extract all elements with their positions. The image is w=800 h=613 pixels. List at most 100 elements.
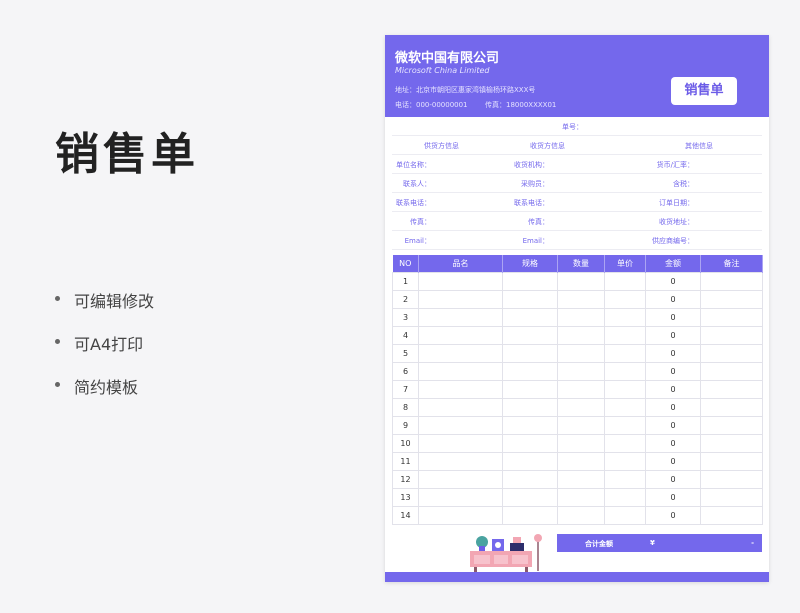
cell-name[interactable] xyxy=(418,470,503,489)
cell-name[interactable] xyxy=(418,488,503,507)
cell-note[interactable] xyxy=(700,488,763,507)
order-number-label: 单号： xyxy=(562,123,583,131)
cell-amount[interactable]: 0 xyxy=(645,344,701,363)
cell-note[interactable] xyxy=(700,344,763,363)
cell-note[interactable] xyxy=(700,398,763,417)
cell-name[interactable] xyxy=(418,434,503,453)
cell-name[interactable] xyxy=(418,506,503,525)
cell-name[interactable] xyxy=(418,416,503,435)
cell-amount[interactable]: 0 xyxy=(645,470,701,489)
cell-spec[interactable] xyxy=(502,344,558,363)
cell-name[interactable] xyxy=(418,452,503,471)
cell-note[interactable] xyxy=(700,470,763,489)
cell-qty[interactable] xyxy=(557,470,605,489)
feature-list: 可编辑修改 可A4打印 简约模板 xyxy=(55,288,154,417)
cell-amount[interactable]: 0 xyxy=(645,488,701,507)
cell-name[interactable] xyxy=(418,308,503,327)
row-no: 2 xyxy=(392,290,419,309)
total-label: 合计金额 xyxy=(585,540,613,548)
cell-spec[interactable] xyxy=(502,290,558,309)
cell-name[interactable] xyxy=(418,380,503,399)
cell-price[interactable] xyxy=(604,398,646,417)
cell-note[interactable] xyxy=(700,362,763,381)
cell-price[interactable] xyxy=(604,506,646,525)
cell-spec[interactable] xyxy=(502,452,558,471)
cell-qty[interactable] xyxy=(557,398,605,417)
info-label: 货币/汇率： xyxy=(656,161,694,169)
cell-name[interactable] xyxy=(418,272,503,291)
cell-amount[interactable]: 0 xyxy=(645,452,701,471)
cell-price[interactable] xyxy=(604,380,646,399)
cell-qty[interactable] xyxy=(557,434,605,453)
cell-qty[interactable] xyxy=(557,416,605,435)
cell-name[interactable] xyxy=(418,326,503,345)
cell-price[interactable] xyxy=(604,344,646,363)
cell-name[interactable] xyxy=(418,398,503,417)
cell-spec[interactable] xyxy=(502,416,558,435)
cell-spec[interactable] xyxy=(502,326,558,345)
cell-note[interactable] xyxy=(700,506,763,525)
cell-price[interactable] xyxy=(604,290,646,309)
cell-qty[interactable] xyxy=(557,380,605,399)
cell-amount[interactable]: 0 xyxy=(645,326,701,345)
cell-note[interactable] xyxy=(700,416,763,435)
cell-spec[interactable] xyxy=(502,362,558,381)
cell-qty[interactable] xyxy=(557,344,605,363)
cell-note[interactable] xyxy=(700,308,763,327)
cell-amount[interactable]: 0 xyxy=(645,434,701,453)
cell-spec[interactable] xyxy=(502,398,558,417)
cell-price[interactable] xyxy=(604,470,646,489)
cell-spec[interactable] xyxy=(502,506,558,525)
cell-note[interactable] xyxy=(700,272,763,291)
cell-qty[interactable] xyxy=(557,506,605,525)
cell-spec[interactable] xyxy=(502,434,558,453)
cell-amount[interactable]: 0 xyxy=(645,290,701,309)
row-no: 14 xyxy=(392,506,419,525)
cell-qty[interactable] xyxy=(557,308,605,327)
cell-qty[interactable] xyxy=(557,290,605,309)
total-value: - xyxy=(751,539,754,547)
cell-qty[interactable] xyxy=(557,272,605,291)
cell-amount[interactable]: 0 xyxy=(645,398,701,417)
cell-price[interactable] xyxy=(604,326,646,345)
cell-note[interactable] xyxy=(700,452,763,471)
cell-price[interactable] xyxy=(604,308,646,327)
cell-name[interactable] xyxy=(418,290,503,309)
cell-price[interactable] xyxy=(604,434,646,453)
row-no: 9 xyxy=(392,416,419,435)
cell-qty[interactable] xyxy=(557,326,605,345)
cell-amount[interactable]: 0 xyxy=(645,380,701,399)
cell-price[interactable] xyxy=(604,272,646,291)
info-row: 联系电话： 联系电话： 订单日期： xyxy=(392,193,762,212)
table-row: 80 xyxy=(392,398,763,417)
table-row: 30 xyxy=(392,308,763,327)
cell-price[interactable] xyxy=(604,362,646,381)
cell-spec[interactable] xyxy=(502,488,558,507)
cell-spec[interactable] xyxy=(502,380,558,399)
table-row: 12 0 xyxy=(392,470,763,489)
cell-amount[interactable]: 0 xyxy=(645,506,701,525)
cell-price[interactable] xyxy=(604,452,646,471)
cell-spec[interactable] xyxy=(502,272,558,291)
row-no: 7 xyxy=(392,380,419,399)
cell-amount[interactable]: 0 xyxy=(645,308,701,327)
cell-qty[interactable] xyxy=(557,488,605,507)
cell-amount[interactable]: 0 xyxy=(645,416,701,435)
cell-note[interactable] xyxy=(700,326,763,345)
cell-note[interactable] xyxy=(700,290,763,309)
cell-qty[interactable] xyxy=(557,362,605,381)
cell-name[interactable] xyxy=(418,362,503,381)
cell-price[interactable] xyxy=(604,488,646,507)
cell-note[interactable] xyxy=(700,434,763,453)
cell-spec[interactable] xyxy=(502,308,558,327)
cell-price[interactable] xyxy=(604,416,646,435)
cell-qty[interactable] xyxy=(557,452,605,471)
page-title: 销售单 xyxy=(55,129,199,180)
cell-amount[interactable]: 0 xyxy=(645,362,701,381)
other-info-heading: 其他信息 xyxy=(685,142,713,150)
cell-note[interactable] xyxy=(700,380,763,399)
info-label: 收货地址： xyxy=(659,218,694,226)
cell-amount[interactable]: 0 xyxy=(645,272,701,291)
cell-spec[interactable] xyxy=(502,470,558,489)
cell-name[interactable] xyxy=(418,344,503,363)
